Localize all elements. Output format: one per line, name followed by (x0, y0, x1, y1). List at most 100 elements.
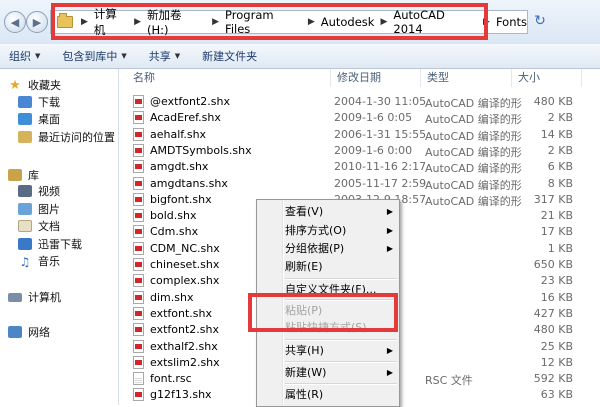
file-name: extslim2.shx (150, 356, 220, 369)
nav-recent[interactable]: 最近访问的位置 (18, 128, 115, 146)
file-size: 21 KB (540, 209, 573, 222)
nav-favorites[interactable]: ★ 收藏夹 (8, 76, 61, 94)
nav-music[interactable]: ♫ 音乐 (18, 252, 60, 270)
file-size: 480 KB (533, 95, 573, 108)
submenu-arrow-icon: ▶ (386, 207, 393, 216)
table-row[interactable]: amgdt.shx 2010-11-16 2:17 AutoCAD 编译的形 6 KB (119, 159, 600, 175)
nav-downloads[interactable]: 下载 (18, 93, 60, 111)
include-in-library-button[interactable]: 包含到库中 ▼ (53, 48, 139, 64)
column-header-name[interactable]: 名称 (127, 69, 331, 87)
file-name: extfont.shx (150, 307, 212, 320)
file-type: AutoCAD 编译的形 (425, 162, 522, 175)
file-size: 17 KB (540, 225, 573, 238)
file-name: amgdtans.shx (150, 177, 228, 190)
file-icon (133, 372, 144, 385)
nav-videos-label: 视频 (38, 185, 60, 198)
menu-item-view[interactable]: 查看(V) ▶ (257, 202, 399, 222)
table-row[interactable]: AcadEref.shx 2009-1-6 0:05 AutoCAD 编译的形 2 K… (119, 110, 600, 126)
file-size: 12 KB (540, 356, 573, 369)
nav-thunder-label: 迅雷下载 (38, 238, 82, 251)
file-name: AcadEref.shx (150, 111, 221, 124)
nav-recent-label: 最近访问的位置 (38, 131, 115, 144)
file-size: 2 KB (547, 144, 573, 157)
file-date: 2009-1-6 0:00 (334, 144, 413, 157)
file-name: font.rsc (150, 372, 192, 385)
shx-file-icon (133, 340, 144, 353)
menu-item-view-label: 查看(V) (285, 205, 324, 218)
nav-pictures[interactable]: 图片 (18, 200, 60, 218)
submenu-arrow-icon: ▶ (386, 346, 393, 355)
new-folder-button[interactable]: 新建文件夹 (193, 48, 270, 64)
table-row[interactable]: @extfont2.shx 2004-1-30 11:05 AutoCAD 编译的形… (119, 94, 600, 110)
nav-libraries-label: 库 (28, 169, 39, 182)
submenu-arrow-icon: ▶ (386, 368, 393, 377)
table-row[interactable]: aehalf.shx 2006-1-31 15:55 AutoCAD 编译的形 14 … (119, 127, 600, 143)
file-name: aehalf.shx (150, 128, 207, 141)
library-icon (8, 169, 22, 181)
file-date: 2005-11-17 2:59 (334, 177, 427, 190)
column-header-type[interactable]: 类型 (421, 69, 512, 87)
shx-file-icon (133, 128, 144, 141)
menu-item-sort-by[interactable]: 排序方式(O) ▶ (257, 221, 399, 241)
menu-item-new[interactable]: 新建(W) ▶ (257, 363, 399, 383)
file-size: 25 KB (540, 340, 573, 353)
forward-button[interactable]: ▶ (26, 11, 48, 33)
refresh-icon[interactable]: ↻ (530, 11, 550, 31)
menu-item-group-by[interactable]: 分组依据(P) ▶ (257, 239, 399, 259)
file-size: 8 KB (547, 177, 573, 190)
column-header-row: 名称 修改日期 类型 大小 (119, 69, 600, 87)
shx-file-icon (133, 144, 144, 157)
file-type: AutoCAD 编译的形 (425, 113, 522, 126)
document-icon (18, 220, 32, 232)
nav-pictures-label: 图片 (38, 203, 60, 216)
nav-computer[interactable]: 计算机 (8, 288, 61, 306)
star-icon: ★ (9, 77, 21, 93)
menu-item-properties[interactable]: 属性(R) (257, 385, 399, 405)
table-row[interactable]: AMDTSymbols.shx 2009-1-6 0:00 AutoCAD 编译的形… (119, 143, 600, 159)
nav-network-label: 网络 (28, 326, 50, 339)
back-arrow-icon: ◀ (10, 15, 20, 29)
back-button[interactable]: ◀ (4, 11, 26, 33)
breadcrumb-fonts[interactable]: Fonts (496, 15, 527, 29)
file-name: dim.shx (150, 291, 194, 304)
menu-item-refresh[interactable]: 刷新(E) (257, 257, 399, 277)
nav-thunder-downloads[interactable]: 迅雷下载 (18, 235, 82, 253)
organize-label: 组织 (9, 50, 31, 63)
menu-item-refresh-label: 刷新(E) (285, 260, 323, 273)
file-size: 650 KB (533, 258, 573, 271)
file-type: AutoCAD 编译的形 (425, 146, 522, 159)
nav-network[interactable]: 网络 (8, 323, 50, 341)
desktop-icon (18, 113, 32, 125)
file-name: bold.shx (150, 209, 197, 222)
shx-file-icon (133, 209, 144, 222)
highlight-frame-paste (248, 293, 398, 332)
menu-item-share-with[interactable]: 共享(H) ▶ (257, 341, 399, 361)
nav-favorites-label: 收藏夹 (28, 79, 61, 92)
nav-desktop-label: 桌面 (38, 113, 60, 126)
file-size: 63 KB (540, 388, 573, 401)
column-header-size[interactable]: 大小 (512, 69, 582, 87)
new-folder-label: 新建文件夹 (202, 50, 258, 63)
file-date: 2006-1-31 15:55 (334, 128, 427, 141)
shx-file-icon (133, 95, 144, 108)
nav-desktop[interactable]: 桌面 (18, 110, 60, 128)
organize-button[interactable]: 组织 ▼ (0, 48, 53, 64)
file-name: amgdt.shx (150, 160, 209, 173)
nav-documents[interactable]: 文档 (18, 217, 60, 235)
file-type: AutoCAD 编译的形 (425, 179, 522, 192)
table-row[interactable]: amgdtans.shx 2005-11-17 2:59 AutoCAD 编译的形 8… (119, 176, 600, 192)
share-button[interactable]: 共享 ▼ (140, 48, 193, 64)
file-name: g12f13.shx (150, 388, 212, 401)
column-header-modified[interactable]: 修改日期 (331, 69, 421, 87)
nav-videos[interactable]: 视频 (18, 182, 60, 200)
file-name: chineset.shx (150, 258, 220, 271)
download-icon (18, 96, 32, 108)
menu-item-properties-label: 属性(R) (285, 388, 324, 401)
nav-downloads-label: 下载 (38, 96, 60, 109)
file-name: @extfont2.shx (150, 95, 230, 108)
menu-item-sort-label: 排序方式(O) (285, 224, 347, 237)
command-bar: 组织 ▼ 包含到库中 ▼ 共享 ▼ 新建文件夹 (0, 44, 600, 69)
file-size: 2 KB (547, 111, 573, 124)
nav-music-label: 音乐 (38, 255, 60, 268)
shx-file-icon (133, 258, 144, 271)
